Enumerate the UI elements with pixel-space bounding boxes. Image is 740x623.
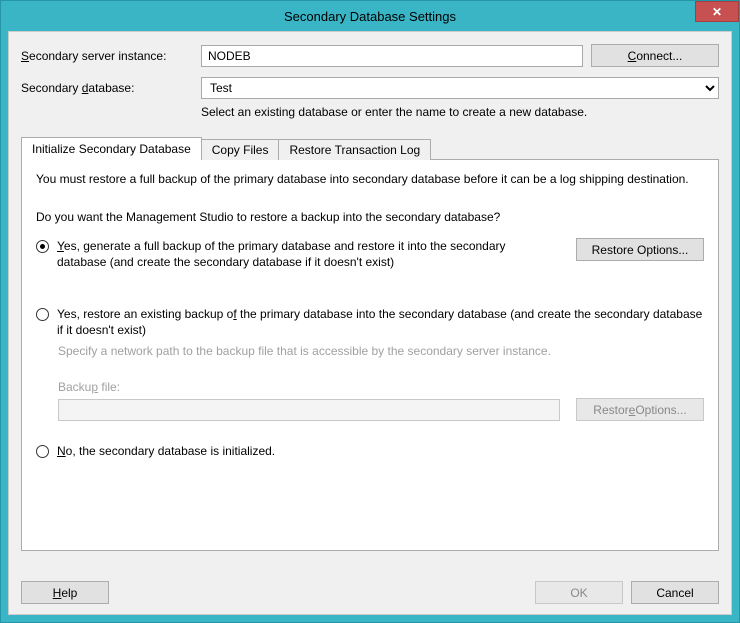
- server-row: Secondary server instance: CConnect...on…: [21, 44, 719, 67]
- server-input[interactable]: [201, 45, 583, 67]
- database-select[interactable]: Test: [201, 77, 719, 99]
- option-generate-backup: Yes, generate a full backup of the prima…: [36, 238, 704, 270]
- radio-generate-backup-label: Yes, generate a full backup of the prima…: [57, 238, 570, 270]
- tab-copy-files[interactable]: Copy Files: [201, 139, 280, 160]
- help-button[interactable]: Help: [21, 581, 109, 604]
- backup-file-label: Backup file:: [58, 380, 704, 394]
- info-text: You must restore a full backup of the pr…: [36, 172, 704, 186]
- option-already-initialized: No, the secondary database is initialize…: [36, 443, 704, 459]
- title-text: Secondary Database Settings: [1, 9, 739, 24]
- tab-restore-log[interactable]: Restore Transaction Log: [278, 139, 431, 160]
- titlebar[interactable]: Secondary Database Settings ✕: [1, 1, 739, 31]
- close-icon[interactable]: ✕: [695, 1, 739, 22]
- radio-existing-backup[interactable]: [36, 308, 49, 321]
- existing-backup-hint: Specify a network path to the backup fil…: [58, 344, 704, 358]
- restore-options-button-1[interactable]: Restore Options...: [576, 238, 704, 261]
- connect-button[interactable]: CConnect...onnect...: [591, 44, 719, 67]
- database-label: Secondary database:: [21, 81, 201, 95]
- radio-existing-backup-label: Yes, restore an existing backup of the p…: [57, 306, 704, 338]
- database-hint: Select an existing database or enter the…: [201, 105, 719, 119]
- radio-already-initialized-label: No, the secondary database is initialize…: [57, 443, 275, 459]
- database-row: Secondary database: Test: [21, 77, 719, 99]
- radio-already-initialized[interactable]: [36, 445, 49, 458]
- existing-backup-subblock: Specify a network path to the backup fil…: [58, 344, 704, 421]
- backup-file-input: [58, 399, 560, 421]
- tab-panel-initialize: You must restore a full backup of the pr…: [21, 159, 719, 551]
- bottom-bar: Help OK Cancel: [21, 581, 719, 604]
- server-label: Secondary server instance:: [21, 49, 201, 63]
- backup-file-row: Restore Options...: [58, 398, 704, 421]
- prompt-text: Do you want the Management Studio to res…: [36, 210, 704, 224]
- radio-generate-backup[interactable]: [36, 240, 49, 253]
- ok-button: OK: [535, 581, 623, 604]
- cancel-button[interactable]: Cancel: [631, 581, 719, 604]
- option-existing-backup: Yes, restore an existing backup of the p…: [36, 306, 704, 338]
- client-area: Secondary server instance: CConnect...on…: [8, 31, 732, 615]
- tab-initialize[interactable]: Initialize Secondary Database: [21, 137, 202, 160]
- restore-options-button-2: Restore Options...: [576, 398, 704, 421]
- tabstrip: Initialize Secondary Database Copy Files…: [21, 137, 719, 160]
- dialog-window: Secondary Database Settings ✕ Secondary …: [0, 0, 740, 623]
